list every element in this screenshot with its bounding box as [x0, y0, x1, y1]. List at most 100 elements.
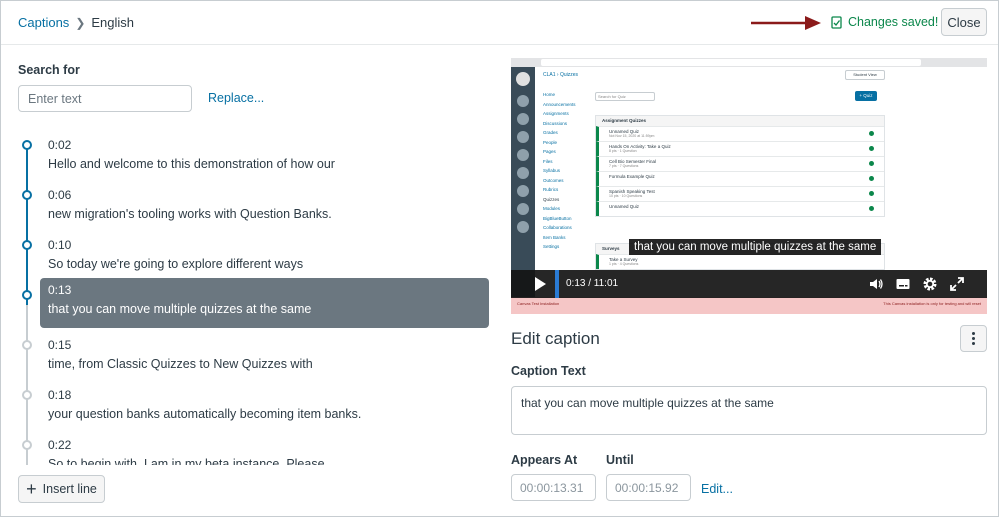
- caption-line-text: Hello and welcome to this demonstration …: [48, 157, 335, 171]
- kebab-dot-icon: [972, 332, 975, 335]
- video-quiz-sub: 10 pts · 10 Questions: [609, 194, 643, 198]
- video-quiz-sub: 7 pts · 7 Questions: [609, 164, 639, 168]
- calendar-icon: [517, 167, 529, 179]
- plus-icon: +: [26, 479, 37, 499]
- breadcrumb-captions-link[interactable]: Captions: [18, 15, 69, 30]
- video-progress-marker[interactable]: [555, 270, 559, 298]
- video-install-banner-right: This Canvas installation is only for tes…: [883, 301, 981, 306]
- published-icon: [869, 206, 874, 211]
- video-quiz-item: Cell Bio Semester Final 7 pts · 7 Questio…: [596, 156, 884, 171]
- video-nav-item: Announcements: [543, 101, 576, 107]
- chevron-right-icon: ❯: [75, 15, 86, 30]
- caption-line-text: that you can move multiple quizzes at th…: [48, 302, 312, 316]
- video-controls: 0:13 / 11:01: [511, 270, 987, 298]
- insert-line-button[interactable]: + Insert line: [18, 475, 105, 503]
- caption-line-time: 0:02: [48, 138, 72, 152]
- timeline-dot: [22, 390, 32, 400]
- video-survey-item: Take a Survey 1 pts · 4 Questions: [596, 254, 884, 269]
- edit-caption-title: Edit caption: [511, 329, 600, 348]
- video-nav-item: Rubrics: [543, 187, 559, 192]
- caption-text-label: Caption Text: [511, 364, 586, 378]
- timeline-track-past: [26, 145, 28, 305]
- video-quiz-item: Unnamed Quiz Not Nov 15, 2020 at 11:59pm: [596, 126, 884, 141]
- caption-line-time: 0:13: [48, 283, 72, 297]
- appears-at-field[interactable]: [511, 474, 596, 501]
- caption-line[interactable]: 0:15 time, from Classic Quizzes to New Q…: [40, 333, 489, 383]
- canvas-logo-icon: [516, 72, 530, 86]
- video-quiz-sub: 8 pts · 1 Question: [609, 149, 637, 153]
- kebab-dot-icon: [972, 342, 975, 345]
- caption-line-time: 0:22: [48, 438, 72, 452]
- video-nav-item: Files: [543, 158, 553, 164]
- video-survey-sub: 1 pts · 4 Questions: [609, 262, 639, 266]
- volume-icon[interactable]: [868, 276, 884, 292]
- timeline-dot: [22, 190, 32, 200]
- timeline-dot: [22, 340, 32, 350]
- caption-line-time: 0:10: [48, 238, 72, 252]
- video-nav-item: People: [543, 139, 558, 145]
- video-install-banner-text: Canvas Test Installation: [517, 301, 560, 306]
- video-quiz-sub: Not Nov 15, 2020 at 11:59pm: [609, 134, 655, 138]
- caption-line[interactable]: 0:22 So to begin with, I am in my beta i…: [40, 433, 489, 465]
- save-status: Changes saved!: [831, 15, 938, 29]
- admin-icon: [517, 113, 529, 125]
- video-player[interactable]: CLA1 › Quizzes Student View Home Announc…: [511, 58, 987, 314]
- saved-check-icon: [831, 15, 842, 29]
- video-nav-item: Item Banks: [543, 234, 566, 240]
- search-label: Search for: [18, 63, 80, 77]
- caption-line[interactable]: 0:18 your question banks automatically b…: [40, 383, 489, 433]
- published-icon: [869, 176, 874, 181]
- caption-text-field[interactable]: that you can move multiple quizzes at th…: [511, 386, 987, 435]
- captions-icon[interactable]: [895, 276, 911, 292]
- video-quiz-name: Formula Example Quiz: [609, 174, 655, 179]
- caption-line-text: time, from Classic Quizzes to New Quizze…: [48, 357, 313, 371]
- caption-line[interactable]: 0:10 So today we're going to explore dif…: [40, 233, 489, 283]
- video-quiz-name: Unnamed Quiz: [609, 204, 640, 209]
- video-nav-item: Syllabus: [543, 168, 561, 173]
- fullscreen-icon[interactable]: [949, 276, 965, 292]
- video-quiz-item: Unnamed Quiz: [596, 201, 884, 216]
- published-icon: [869, 161, 874, 166]
- caption-line-list[interactable]: 0:02 Hello and welcome to this demonstra…: [18, 133, 496, 465]
- edit-times-link[interactable]: Edit...: [701, 482, 733, 496]
- caption-line-active[interactable]: 0:13 that you can move multiple quizzes …: [40, 278, 489, 328]
- video-browser-url: [541, 59, 921, 66]
- more-options-button[interactable]: [960, 325, 987, 352]
- captions-editor: Captions ❯ English Changes saved! Close …: [0, 0, 999, 517]
- video-nav-item: Modules: [543, 206, 561, 211]
- video-nav-item: Pages: [543, 149, 556, 154]
- published-icon: [869, 131, 874, 136]
- replace-link[interactable]: Replace...: [208, 91, 264, 105]
- appears-at-label: Appears At: [511, 453, 578, 467]
- until-field[interactable]: [606, 474, 691, 501]
- caption-line-time: 0:15: [48, 338, 72, 352]
- kebab-dot-icon: [972, 337, 975, 340]
- gear-icon[interactable]: [922, 276, 938, 292]
- play-icon[interactable]: [535, 277, 546, 291]
- help-icon: [517, 221, 529, 233]
- caption-line-time: 0:06: [48, 188, 72, 202]
- video-quiz-item: Spanish Speaking Test 10 pts · 10 Questio…: [596, 186, 884, 201]
- video-nav-item: Home: [543, 92, 556, 97]
- insert-line-label: Insert line: [42, 482, 97, 496]
- search-input[interactable]: [18, 85, 192, 112]
- video-time: 0:13 / 11:01: [566, 278, 619, 289]
- video-nav-item: Discussions: [543, 120, 568, 126]
- caption-line-text: So today we're going to explore differen…: [48, 257, 304, 271]
- video-quiz-item: Hands On Activity: Take a Quiz 8 pts · 1 …: [596, 141, 884, 156]
- video-course-nav: Home Announcements Assignments Discussio…: [543, 92, 593, 254]
- video-add-quiz-button: + Quiz: [855, 91, 877, 101]
- history-icon: [517, 203, 529, 215]
- header-bar: Captions ❯ English Changes saved! Close: [1, 1, 998, 45]
- inbox-icon: [517, 185, 529, 197]
- caption-line-text: new migration's tooling works with Quest…: [48, 207, 332, 221]
- video-nav-item: Outcomes: [543, 177, 564, 183]
- timeline-dot: [22, 440, 32, 450]
- close-button[interactable]: Close: [941, 8, 987, 36]
- timeline-dot: [22, 240, 32, 250]
- caption-line[interactable]: 0:06 new migration's tooling works with …: [40, 183, 489, 233]
- courses-icon: [517, 149, 529, 161]
- caption-line[interactable]: 0:02 Hello and welcome to this demonstra…: [40, 133, 489, 183]
- video-nav-item: BigBlueButton: [543, 215, 572, 221]
- caption-line-text: So to begin with, I am in my beta instan…: [48, 457, 325, 465]
